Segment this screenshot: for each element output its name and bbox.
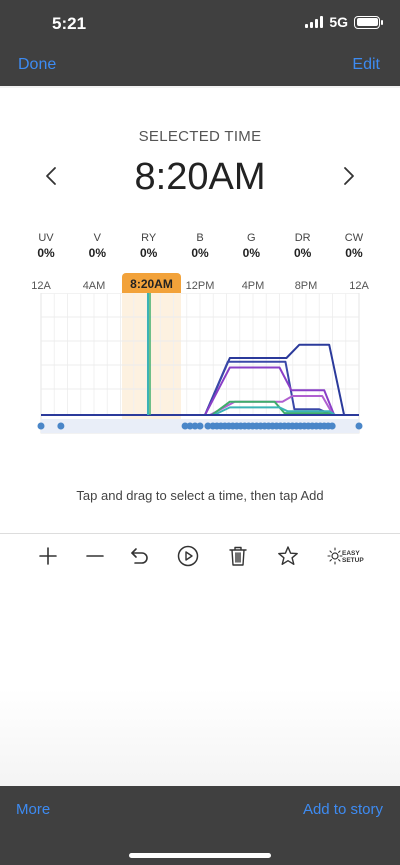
selected-time-label: SELECTED TIME	[138, 128, 262, 145]
event-dot	[328, 422, 336, 430]
play-icon	[177, 545, 199, 567]
toolbar: EASY SETUP	[0, 540, 400, 572]
easy-setup-icon: EASY SETUP	[327, 547, 364, 565]
trash-icon	[229, 546, 247, 566]
tick-4am: 4AM	[82, 280, 106, 292]
bottom-bar: More Add to story	[0, 786, 400, 865]
selected-band	[122, 293, 181, 433]
svg-text:SETUP: SETUP	[342, 557, 364, 564]
channel-uv: UV 0%	[37, 232, 55, 260]
signal-icon	[305, 16, 324, 28]
undo-icon	[131, 548, 148, 564]
status-indicators: 5G	[305, 14, 383, 30]
star-icon	[278, 546, 298, 565]
status-time: 5:21	[52, 14, 87, 33]
tick-12pm: 12PM	[185, 280, 215, 292]
channel-ry: RY 0%	[139, 232, 158, 260]
channel-values: UV 0% V 0% RY 0% B 0% G 0% DR 0% CW 0%	[22, 232, 378, 260]
channel-cw: CW 0%	[344, 232, 364, 260]
content-area: SELECTED TIME 8:20AM UV 0% V 0% RY 0% B 0% G…	[0, 88, 400, 786]
more-button[interactable]: More	[16, 801, 50, 818]
tick-12a: 12A	[31, 280, 51, 292]
undo-button[interactable]	[124, 540, 156, 572]
minus-icon	[86, 555, 104, 557]
event-dot	[196, 422, 204, 430]
play-button[interactable]	[172, 540, 204, 572]
event-dot	[355, 422, 363, 430]
tick-12a-end: 12A	[349, 280, 369, 292]
edit-button[interactable]: Edit	[352, 56, 380, 74]
channel-v: V 0%	[88, 232, 106, 260]
add-to-story-button[interactable]: Add to story	[303, 801, 383, 818]
event-dot	[37, 422, 45, 430]
add-button[interactable]	[32, 540, 64, 572]
tick-4pm: 4PM	[241, 280, 265, 292]
easy-setup-button[interactable]: EASY SETUP	[327, 540, 367, 572]
channel-dr: DR 0%	[293, 232, 312, 260]
battery-icon	[354, 15, 383, 29]
channel-b: B 0%	[191, 232, 209, 260]
remove-button[interactable]	[79, 540, 111, 572]
event-dot	[57, 422, 65, 430]
delete-button[interactable]	[222, 540, 254, 572]
previous-time-button[interactable]	[42, 166, 62, 186]
schedule-chart[interactable]	[0, 293, 400, 443]
plus-icon	[39, 547, 57, 565]
instruction-text: Tap and drag to select a time, then tap …	[76, 488, 324, 503]
top-chrome: 5:21 5G Done Edit	[0, 0, 400, 86]
network-label: 5G	[329, 14, 348, 30]
tick-8pm: 8PM	[294, 280, 318, 292]
next-time-button[interactable]	[338, 166, 358, 186]
home-indicator	[129, 853, 271, 858]
done-button[interactable]: Done	[18, 56, 56, 74]
channel-g: G 0%	[242, 232, 260, 260]
favorite-button[interactable]	[272, 540, 304, 572]
svg-text:EASY: EASY	[342, 550, 360, 557]
